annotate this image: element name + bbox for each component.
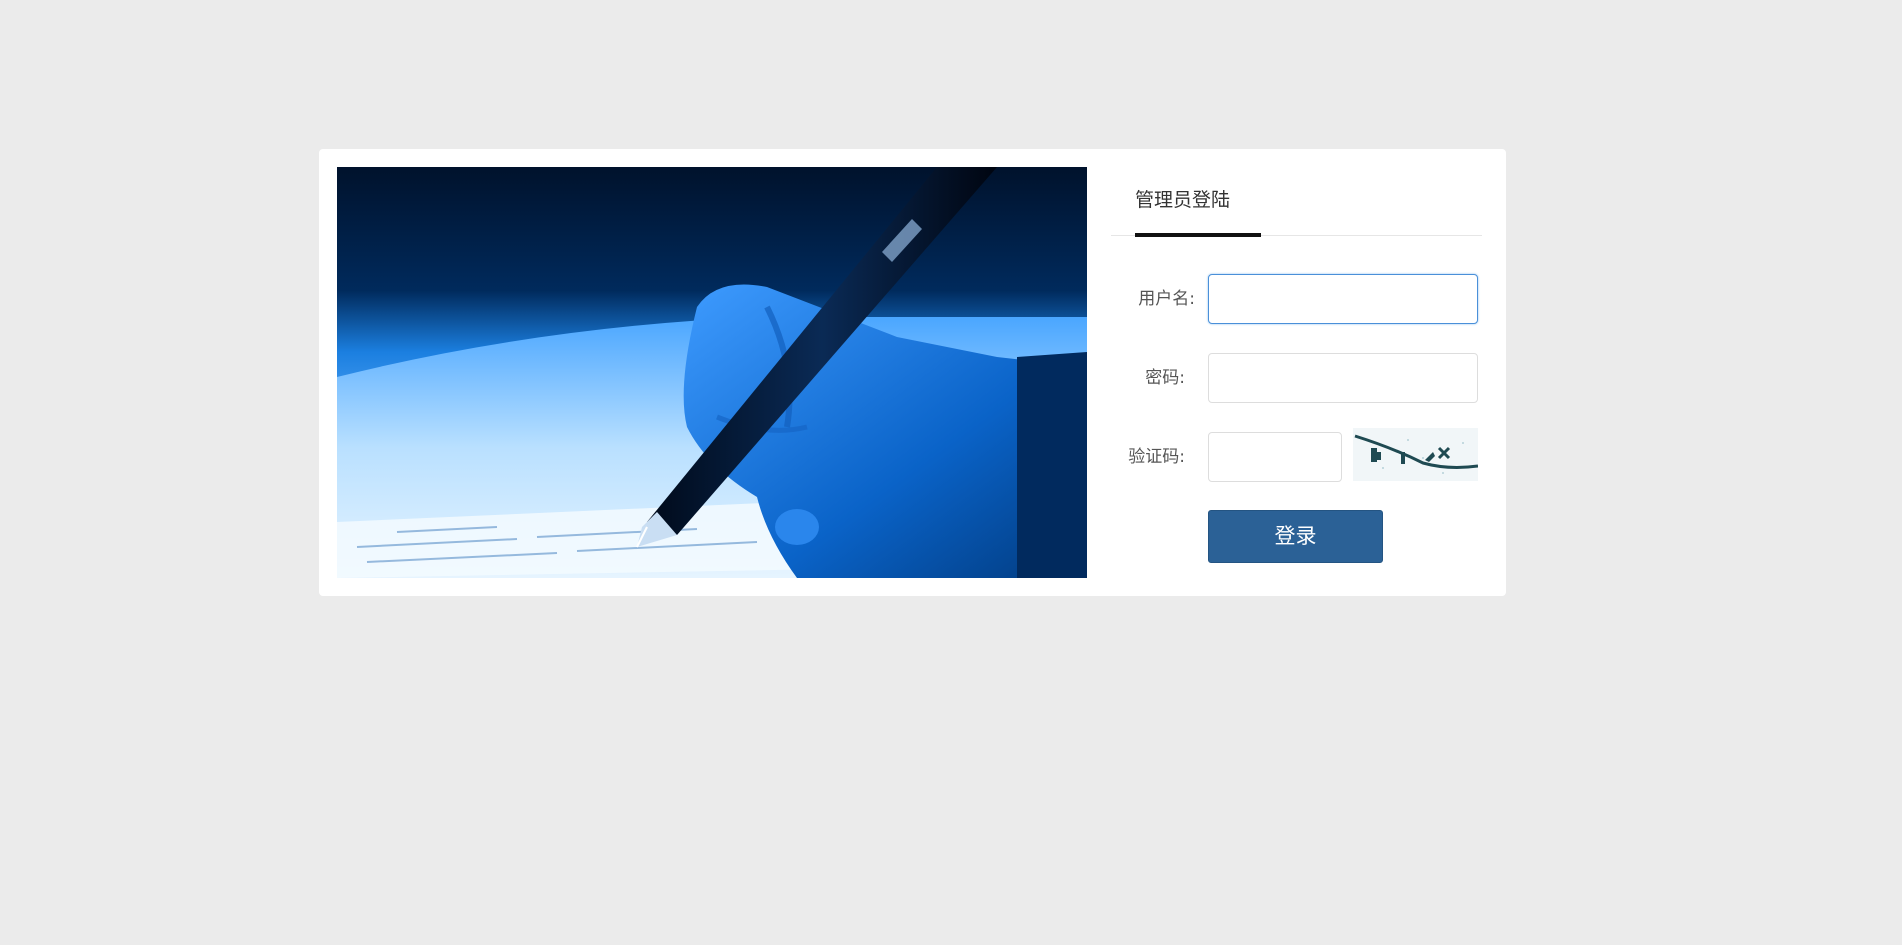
tab-admin-login[interactable]: 管理员登陆: [1135, 173, 1261, 235]
captcha-image[interactable]: [1353, 428, 1478, 481]
login-tabs: 管理员登陆: [1111, 173, 1482, 237]
captcha-row: 验证码:: [1111, 428, 1482, 482]
username-row: 用户名:: [1111, 274, 1482, 324]
login-button[interactable]: 登录: [1208, 510, 1383, 563]
active-tab-indicator: [1135, 233, 1261, 237]
captcha-label: 验证码:: [1128, 447, 1185, 467]
hero-image: [337, 167, 1087, 578]
login-panel: 管理员登陆 用户名: 密码: 验证码: 登录: [1111, 149, 1482, 596]
password-label: 密码:: [1145, 368, 1185, 388]
captcha-input[interactable]: [1208, 432, 1342, 482]
password-row: 密码:: [1111, 353, 1482, 403]
login-card: 管理员登陆 用户名: 密码: 验证码: 登录: [319, 149, 1506, 596]
password-input[interactable]: [1208, 353, 1478, 403]
username-label: 用户名:: [1138, 289, 1195, 309]
username-input[interactable]: [1208, 274, 1478, 324]
